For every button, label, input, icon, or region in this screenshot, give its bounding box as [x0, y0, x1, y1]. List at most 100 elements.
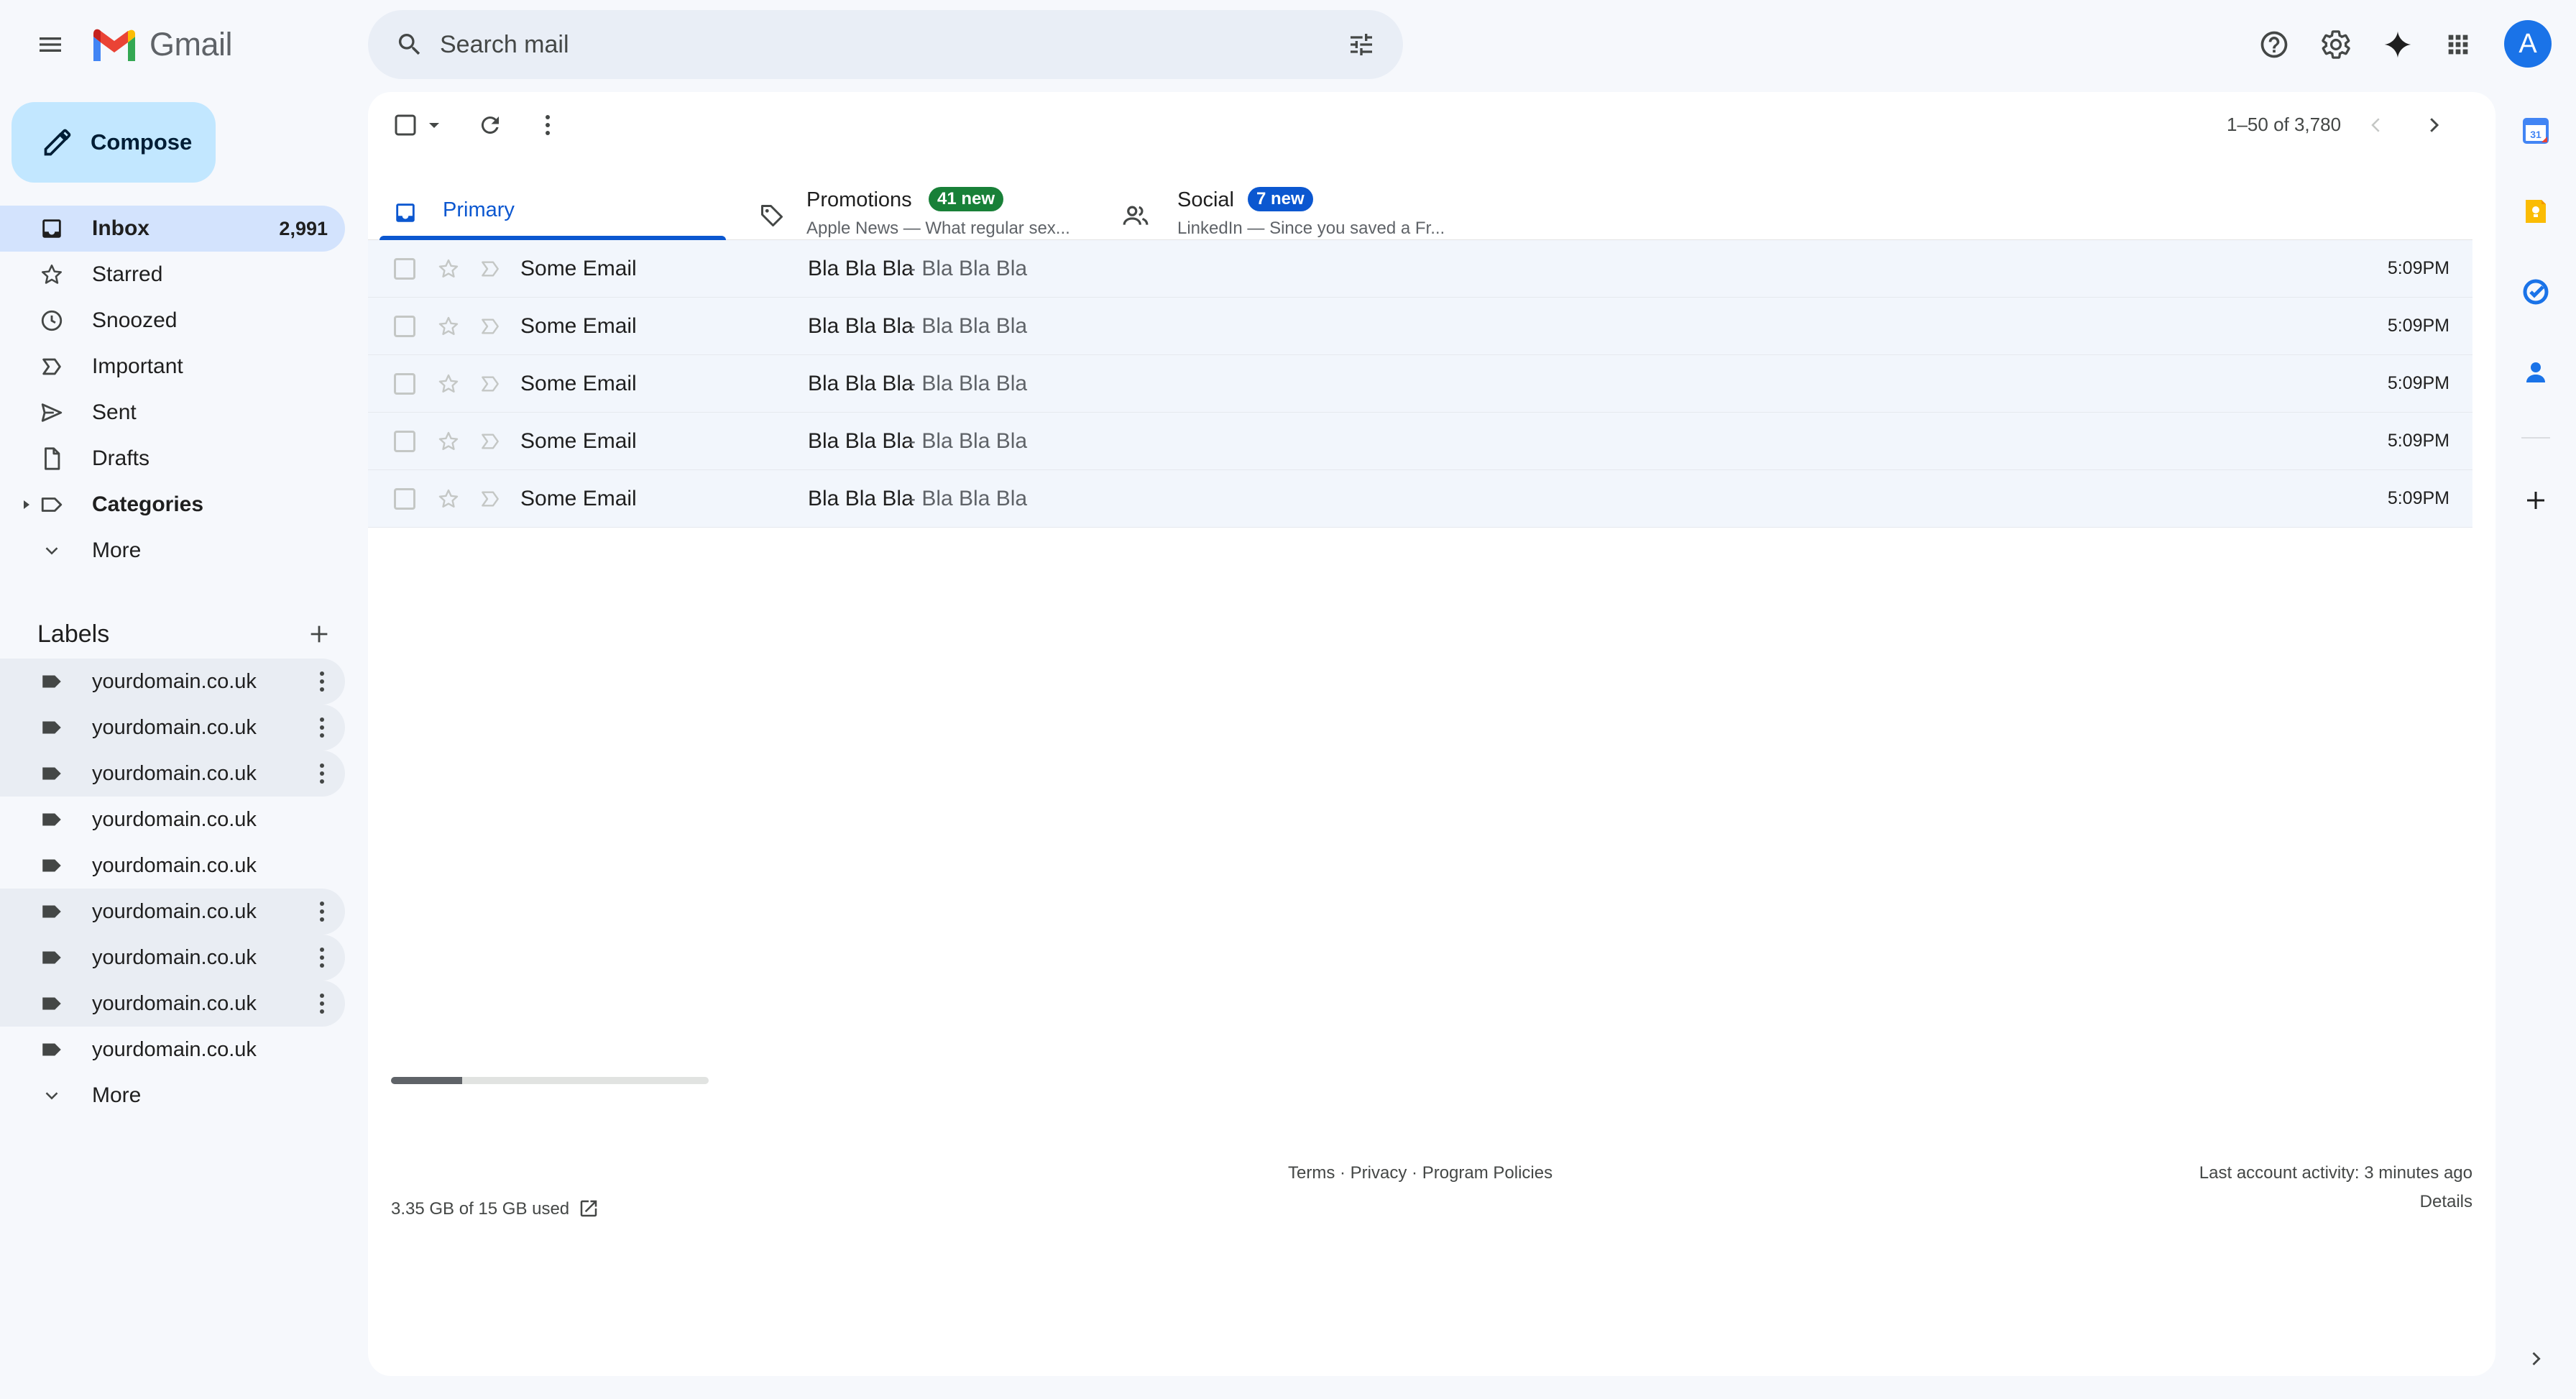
search-button[interactable] [384, 19, 436, 70]
tab-promotions[interactable]: Promotions 41 new Apple News — What regu… [730, 164, 1081, 240]
sidebar-item-starred[interactable]: Starred [0, 252, 345, 298]
row-checkbox[interactable] [394, 487, 415, 510]
sidebar-item-sent[interactable]: Sent [0, 390, 345, 436]
important-toggle[interactable] [476, 427, 505, 456]
label-icon [42, 767, 61, 780]
label-item[interactable]: yourdomain.co.uk [0, 659, 345, 705]
important-toggle[interactable] [476, 485, 505, 513]
tasks-app-button[interactable] [2516, 272, 2556, 312]
labels-title: Labels [37, 620, 110, 648]
label-item[interactable]: yourdomain.co.uk [0, 843, 345, 889]
email-row[interactable]: Some Email Bla Bla Bla - Bla Bla Bla 5:0… [368, 470, 2472, 528]
label-item[interactable]: yourdomain.co.uk [0, 1027, 345, 1073]
main-menu-button[interactable] [27, 22, 73, 68]
program-policies-link[interactable]: Program Policies [1422, 1163, 1552, 1183]
email-row[interactable]: Some Email Bla Bla Bla - Bla Bla Bla 5:0… [368, 413, 2472, 470]
gmail-logo[interactable]: Gmail [91, 24, 233, 65]
expand-arrow-icon[interactable] [22, 497, 32, 512]
label-item[interactable]: yourdomain.co.uk [0, 935, 345, 981]
newer-button[interactable] [2353, 102, 2399, 148]
label-outline-icon [41, 497, 63, 512]
row-checkbox[interactable] [394, 430, 415, 452]
calendar-app-button[interactable]: 31 [2516, 111, 2556, 151]
email-sender: Some Email [520, 486, 637, 510]
star-toggle[interactable] [434, 427, 463, 456]
row-checkbox[interactable] [394, 372, 415, 395]
settings-button[interactable] [2312, 20, 2360, 69]
manage-storage-button[interactable] [576, 1196, 601, 1221]
sidebar-item-snoozed[interactable]: Snoozed [0, 298, 345, 344]
label-item[interactable]: yourdomain.co.uk [0, 751, 345, 797]
important-toggle[interactable] [476, 370, 505, 398]
label-options-button[interactable] [308, 753, 336, 794]
label-item[interactable]: yourdomain.co.uk [0, 797, 345, 843]
sidebar-item-more[interactable]: More [0, 528, 345, 574]
older-button[interactable] [2411, 102, 2457, 148]
row-checkbox[interactable] [394, 315, 415, 337]
sidebar-item-label: More [92, 538, 142, 562]
email-row[interactable]: Some Email Bla Bla Bla - Bla Bla Bla 5:0… [368, 240, 2472, 298]
email-time: 5:09PM [2387, 431, 2450, 451]
sidebar-item-categories[interactable]: Categories [0, 482, 345, 528]
create-label-button[interactable] [298, 614, 341, 654]
compose-button[interactable]: Compose [12, 102, 216, 183]
more-vert-icon [320, 948, 324, 968]
important-icon [482, 375, 499, 392]
tab-primary[interactable]: Primary [368, 164, 726, 240]
send-icon [41, 403, 63, 422]
search-options-button[interactable] [1335, 19, 1387, 70]
important-toggle[interactable] [476, 312, 505, 341]
label-options-button[interactable] [308, 707, 336, 748]
more-actions-button[interactable] [525, 102, 571, 148]
clock-icon [41, 310, 63, 331]
label-item[interactable]: yourdomain.co.uk [0, 889, 345, 935]
terms-link[interactable]: Terms [1288, 1163, 1335, 1183]
select-all-checkbox[interactable] [388, 102, 453, 148]
add-icon [310, 625, 328, 643]
label-item[interactable]: yourdomain.co.uk [0, 981, 345, 1027]
email-row[interactable]: Some Email Bla Bla Bla - Bla Bla Bla 5:0… [368, 355, 2472, 413]
people-icon [1123, 206, 1149, 225]
important-toggle[interactable] [476, 254, 505, 283]
gemini-button[interactable] [2373, 20, 2422, 69]
get-addons-button[interactable] [2516, 480, 2556, 520]
important-icon [482, 433, 499, 449]
important-icon [42, 358, 61, 375]
label-options-button[interactable] [308, 983, 336, 1024]
star-toggle[interactable] [434, 312, 463, 341]
account-avatar[interactable]: A [2504, 20, 2552, 68]
star-toggle[interactable] [434, 254, 463, 283]
hide-side-panel-button[interactable] [2516, 1339, 2556, 1379]
label-options-button[interactable] [308, 661, 336, 702]
calendar-day: 31 [2530, 129, 2542, 140]
contacts-app-button[interactable] [2516, 352, 2556, 393]
pagination-text: 1–50 of 3,780 [2227, 114, 2342, 135]
label-name: yourdomain.co.uk [92, 899, 257, 923]
label-options-button[interactable] [308, 937, 336, 978]
label-item[interactable]: yourdomain.co.uk [0, 705, 345, 751]
label-name: yourdomain.co.uk [92, 945, 257, 969]
email-sender: Some Email [520, 428, 637, 453]
star-toggle[interactable] [434, 370, 463, 398]
apps-button[interactable] [2434, 20, 2483, 69]
privacy-link[interactable]: Privacy [1351, 1163, 1407, 1183]
sidebar-item-drafts[interactable]: Drafts [0, 436, 345, 482]
email-row[interactable]: Some Email Bla Bla Bla - Bla Bla Bla 5:0… [368, 298, 2472, 355]
row-checkbox[interactable] [394, 257, 415, 280]
star-icon [438, 316, 459, 335]
support-button[interactable] [2250, 20, 2299, 69]
activity-details-link[interactable]: Details [2420, 1192, 2472, 1212]
email-sender: Some Email [520, 256, 637, 280]
last-activity-text: Last account activity: 3 minutes ago [2199, 1163, 2472, 1183]
tab-preview: Apple News — What regular sex... [806, 219, 1070, 238]
tab-social[interactable]: Social 7 new LinkedIn — Since you saved … [1094, 164, 1445, 240]
label-options-button[interactable] [308, 891, 336, 932]
star-toggle[interactable] [434, 485, 463, 513]
gear-icon [2322, 30, 2350, 59]
keep-app-button[interactable] [2516, 191, 2556, 231]
refresh-button[interactable] [467, 102, 513, 148]
labels-more-button[interactable]: More [0, 1073, 345, 1119]
sidebar-item-important[interactable]: Important [0, 344, 345, 390]
sidebar-item-inbox[interactable]: Inbox 2,991 [0, 206, 345, 252]
search-input[interactable] [440, 30, 1288, 59]
